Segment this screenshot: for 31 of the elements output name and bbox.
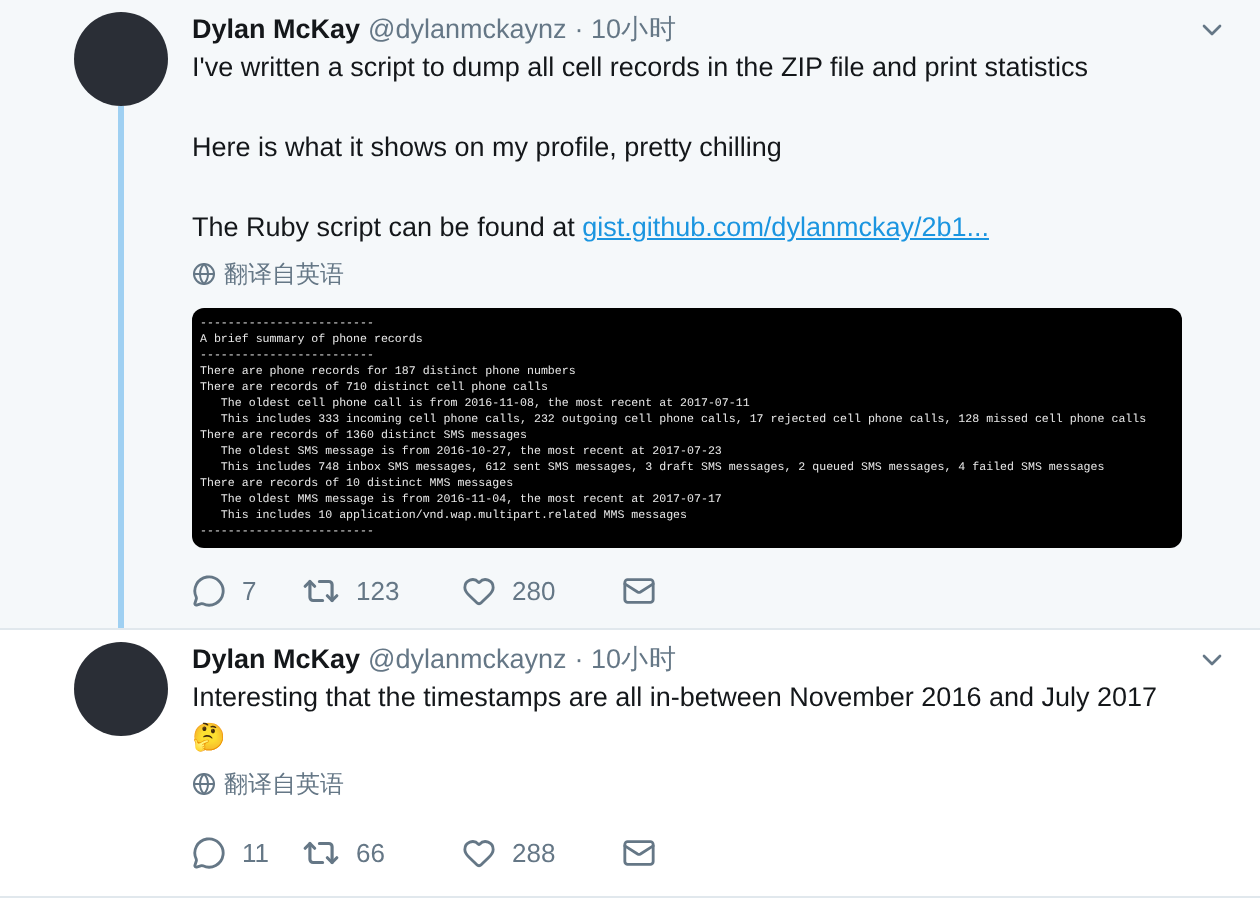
user-name[interactable]: Dylan McKay (192, 641, 361, 677)
mail-icon[interactable] (622, 835, 656, 870)
tweet-text: Interesting that the timestamps are all in-between November 2016 and July 2017 (192, 679, 1160, 716)
like-count: 280 (512, 574, 556, 610)
user-name[interactable]: Dylan McKay (192, 12, 361, 48)
like-count: 288 (512, 835, 556, 871)
user-handle[interactable]: @dylanmckaynz (368, 12, 567, 48)
globe-icon (192, 771, 216, 795)
tweet-text: Here is what it shows on my profile, pretty chilling (192, 130, 784, 166)
reply-count: 11 (242, 835, 269, 871)
user-handle[interactable]: @dylanmckaynz (368, 641, 567, 677)
globe-icon (192, 262, 216, 286)
retweet-count: 123 (356, 574, 400, 610)
like-icon[interactable] (462, 835, 496, 870)
reply-count: 7 (242, 574, 257, 610)
like-icon[interactable] (462, 574, 496, 609)
retweet-count: 66 (356, 835, 385, 871)
avatar[interactable] (74, 12, 168, 106)
mail-icon[interactable] (622, 574, 656, 609)
timestamp[interactable]: · 10小时 (574, 641, 678, 677)
avatar[interactable] (74, 641, 168, 735)
translate-link[interactable]: 翻译自英语 (224, 256, 344, 292)
tweet-text: 🤔 (192, 719, 228, 756)
reply-icon[interactable] (192, 835, 226, 870)
gist-link[interactable]: gist.github.com/dylanmckay/2b1... (582, 212, 989, 242)
tweet-text: The Ruby script can be found at gist.github.com/dylanmckay/2b1... (192, 210, 991, 246)
tweet-text: I've written a script to dump all cell records in the ZIP file and print statistics (192, 50, 1091, 86)
reply-icon[interactable] (192, 574, 226, 609)
terminal-screenshot[interactable] (192, 308, 1182, 548)
translate-link[interactable]: 翻译自英语 (224, 765, 344, 801)
timestamp[interactable]: · 10小时 (574, 12, 678, 48)
